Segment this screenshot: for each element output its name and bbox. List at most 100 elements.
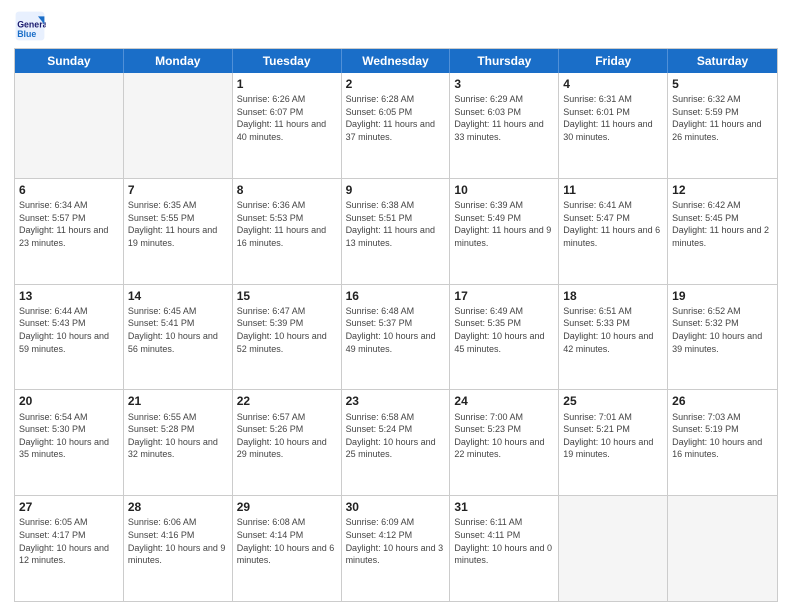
calendar-cell: 3Sunrise: 6:29 AM Sunset: 6:03 PM Daylig…: [450, 73, 559, 178]
day-number: 25: [563, 393, 663, 409]
cell-info: Sunrise: 6:28 AM Sunset: 6:05 PM Dayligh…: [346, 93, 446, 143]
calendar-cell: 1Sunrise: 6:26 AM Sunset: 6:07 PM Daylig…: [233, 73, 342, 178]
calendar-cell: 18Sunrise: 6:51 AM Sunset: 5:33 PM Dayli…: [559, 285, 668, 390]
cell-info: Sunrise: 6:11 AM Sunset: 4:11 PM Dayligh…: [454, 516, 554, 566]
cell-info: Sunrise: 6:48 AM Sunset: 5:37 PM Dayligh…: [346, 305, 446, 355]
calendar-header-thursday: Thursday: [450, 49, 559, 73]
calendar-week-4: 27Sunrise: 6:05 AM Sunset: 4:17 PM Dayli…: [15, 495, 777, 601]
day-number: 2: [346, 76, 446, 92]
cell-info: Sunrise: 6:05 AM Sunset: 4:17 PM Dayligh…: [19, 516, 119, 566]
calendar-cell: [124, 73, 233, 178]
day-number: 22: [237, 393, 337, 409]
page: General Blue SundayMondayTuesdayWednesda…: [0, 0, 792, 612]
cell-info: Sunrise: 6:34 AM Sunset: 5:57 PM Dayligh…: [19, 199, 119, 249]
svg-text:Blue: Blue: [17, 29, 36, 39]
cell-info: Sunrise: 6:29 AM Sunset: 6:03 PM Dayligh…: [454, 93, 554, 143]
calendar-header-sunday: Sunday: [15, 49, 124, 73]
day-number: 17: [454, 288, 554, 304]
calendar-cell: [15, 73, 124, 178]
day-number: 26: [672, 393, 773, 409]
calendar-cell: 28Sunrise: 6:06 AM Sunset: 4:16 PM Dayli…: [124, 496, 233, 601]
cell-info: Sunrise: 6:58 AM Sunset: 5:24 PM Dayligh…: [346, 411, 446, 461]
day-number: 1: [237, 76, 337, 92]
cell-info: Sunrise: 6:08 AM Sunset: 4:14 PM Dayligh…: [237, 516, 337, 566]
cell-info: Sunrise: 6:31 AM Sunset: 6:01 PM Dayligh…: [563, 93, 663, 143]
calendar: SundayMondayTuesdayWednesdayThursdayFrid…: [14, 48, 778, 602]
calendar-header-monday: Monday: [124, 49, 233, 73]
day-number: 7: [128, 182, 228, 198]
cell-info: Sunrise: 6:57 AM Sunset: 5:26 PM Dayligh…: [237, 411, 337, 461]
calendar-cell: 2Sunrise: 6:28 AM Sunset: 6:05 PM Daylig…: [342, 73, 451, 178]
cell-info: Sunrise: 6:49 AM Sunset: 5:35 PM Dayligh…: [454, 305, 554, 355]
calendar-cell: 13Sunrise: 6:44 AM Sunset: 5:43 PM Dayli…: [15, 285, 124, 390]
day-number: 3: [454, 76, 554, 92]
calendar-cell: 5Sunrise: 6:32 AM Sunset: 5:59 PM Daylig…: [668, 73, 777, 178]
day-number: 28: [128, 499, 228, 515]
day-number: 9: [346, 182, 446, 198]
calendar-cell: 7Sunrise: 6:35 AM Sunset: 5:55 PM Daylig…: [124, 179, 233, 284]
calendar-body: 1Sunrise: 6:26 AM Sunset: 6:07 PM Daylig…: [15, 73, 777, 601]
day-number: 12: [672, 182, 773, 198]
cell-info: Sunrise: 6:32 AM Sunset: 5:59 PM Dayligh…: [672, 93, 773, 143]
svg-text:General: General: [17, 20, 46, 30]
cell-info: Sunrise: 6:38 AM Sunset: 5:51 PM Dayligh…: [346, 199, 446, 249]
cell-info: Sunrise: 6:47 AM Sunset: 5:39 PM Dayligh…: [237, 305, 337, 355]
day-number: 5: [672, 76, 773, 92]
cell-info: Sunrise: 6:09 AM Sunset: 4:12 PM Dayligh…: [346, 516, 446, 566]
cell-info: Sunrise: 6:39 AM Sunset: 5:49 PM Dayligh…: [454, 199, 554, 249]
calendar-cell: 11Sunrise: 6:41 AM Sunset: 5:47 PM Dayli…: [559, 179, 668, 284]
calendar-cell: 16Sunrise: 6:48 AM Sunset: 5:37 PM Dayli…: [342, 285, 451, 390]
cell-info: Sunrise: 6:52 AM Sunset: 5:32 PM Dayligh…: [672, 305, 773, 355]
calendar-header-tuesday: Tuesday: [233, 49, 342, 73]
cell-info: Sunrise: 7:03 AM Sunset: 5:19 PM Dayligh…: [672, 411, 773, 461]
day-number: 16: [346, 288, 446, 304]
day-number: 20: [19, 393, 119, 409]
cell-info: Sunrise: 6:41 AM Sunset: 5:47 PM Dayligh…: [563, 199, 663, 249]
calendar-cell: 19Sunrise: 6:52 AM Sunset: 5:32 PM Dayli…: [668, 285, 777, 390]
logo-icon: General Blue: [14, 10, 46, 42]
day-number: 27: [19, 499, 119, 515]
cell-info: Sunrise: 6:26 AM Sunset: 6:07 PM Dayligh…: [237, 93, 337, 143]
day-number: 30: [346, 499, 446, 515]
calendar-cell: 31Sunrise: 6:11 AM Sunset: 4:11 PM Dayli…: [450, 496, 559, 601]
calendar-cell: 26 Sunrise: 7:03 AM Sunset: 5:19 PM Dayli…: [668, 390, 777, 495]
calendar-cell: 14Sunrise: 6:45 AM Sunset: 5:41 PM Dayli…: [124, 285, 233, 390]
cell-info: Sunrise: 7:01 AM Sunset: 5:21 PM Dayligh…: [563, 411, 663, 461]
calendar-week-1: 6Sunrise: 6:34 AM Sunset: 5:57 PM Daylig…: [15, 178, 777, 284]
day-number: 21: [128, 393, 228, 409]
day-number: 6: [19, 182, 119, 198]
calendar-week-3: 20 Sunrise: 6:54 AM Sunset: 5:30 PM Dayli…: [15, 389, 777, 495]
calendar-cell: 22 Sunrise: 6:57 AM Sunset: 5:26 PM Dayli…: [233, 390, 342, 495]
calendar-cell: 6Sunrise: 6:34 AM Sunset: 5:57 PM Daylig…: [15, 179, 124, 284]
calendar-cell: 9Sunrise: 6:38 AM Sunset: 5:51 PM Daylig…: [342, 179, 451, 284]
calendar-cell: 8Sunrise: 6:36 AM Sunset: 5:53 PM Daylig…: [233, 179, 342, 284]
day-number: 19: [672, 288, 773, 304]
calendar-header-friday: Friday: [559, 49, 668, 73]
day-number: 4: [563, 76, 663, 92]
day-number: 8: [237, 182, 337, 198]
day-number: 18: [563, 288, 663, 304]
cell-info: Sunrise: 6:51 AM Sunset: 5:33 PM Dayligh…: [563, 305, 663, 355]
calendar-cell: [668, 496, 777, 601]
calendar-cell: 4Sunrise: 6:31 AM Sunset: 6:01 PM Daylig…: [559, 73, 668, 178]
calendar-week-0: 1Sunrise: 6:26 AM Sunset: 6:07 PM Daylig…: [15, 73, 777, 178]
calendar-cell: [559, 496, 668, 601]
calendar-cell: 25 Sunrise: 7:01 AM Sunset: 5:21 PM Dayli…: [559, 390, 668, 495]
cell-info: Sunrise: 6:36 AM Sunset: 5:53 PM Dayligh…: [237, 199, 337, 249]
cell-info: Sunrise: 6:55 AM Sunset: 5:28 PM Dayligh…: [128, 411, 228, 461]
calendar-cell: 15Sunrise: 6:47 AM Sunset: 5:39 PM Dayli…: [233, 285, 342, 390]
calendar-cell: 21 Sunrise: 6:55 AM Sunset: 5:28 PM Dayli…: [124, 390, 233, 495]
cell-info: Sunrise: 6:44 AM Sunset: 5:43 PM Dayligh…: [19, 305, 119, 355]
day-number: 24: [454, 393, 554, 409]
header: General Blue: [14, 10, 778, 42]
day-number: 15: [237, 288, 337, 304]
cell-info: Sunrise: 7:00 AM Sunset: 5:23 PM Dayligh…: [454, 411, 554, 461]
cell-info: Sunrise: 6:45 AM Sunset: 5:41 PM Dayligh…: [128, 305, 228, 355]
calendar-header-wednesday: Wednesday: [342, 49, 451, 73]
calendar-cell: 10Sunrise: 6:39 AM Sunset: 5:49 PM Dayli…: [450, 179, 559, 284]
cell-info: Sunrise: 6:06 AM Sunset: 4:16 PM Dayligh…: [128, 516, 228, 566]
calendar-cell: 20 Sunrise: 6:54 AM Sunset: 5:30 PM Dayli…: [15, 390, 124, 495]
calendar-cell: 24 Sunrise: 7:00 AM Sunset: 5:23 PM Dayli…: [450, 390, 559, 495]
calendar-week-2: 13Sunrise: 6:44 AM Sunset: 5:43 PM Dayli…: [15, 284, 777, 390]
cell-info: Sunrise: 6:54 AM Sunset: 5:30 PM Dayligh…: [19, 411, 119, 461]
